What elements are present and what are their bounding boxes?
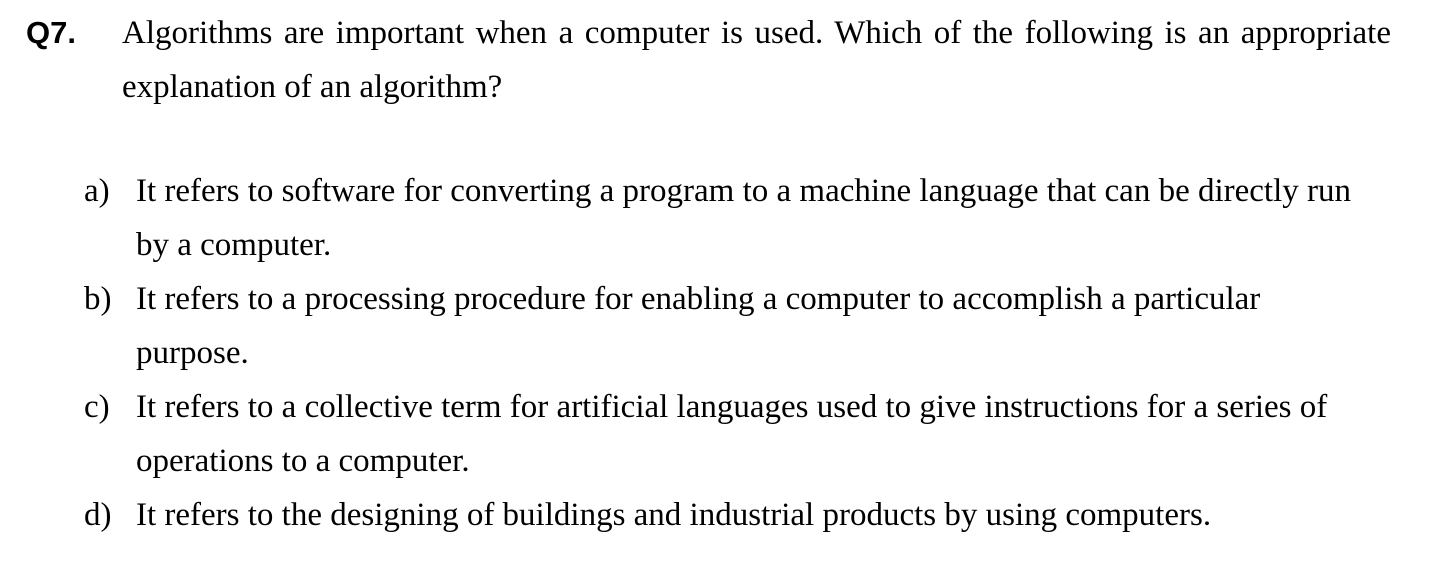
option-letter: b): [84, 281, 112, 317]
option-text: It refers to a processing procedure for …: [136, 281, 1261, 371]
option-letter: d): [84, 497, 112, 533]
answer-option-b: b) It refers to a processing procedure f…: [84, 272, 1374, 380]
question-block: Q7. Algorithms are important when a comp…: [26, 6, 1391, 114]
answer-options-list: a) It refers to software for converting …: [84, 164, 1374, 542]
answer-option-d: d) It refers to the designing of buildin…: [84, 488, 1374, 542]
option-letter: a): [84, 173, 110, 209]
option-text: It refers to a collective term for artif…: [136, 389, 1328, 479]
answer-option-c: c) It refers to a collective term for ar…: [84, 380, 1374, 488]
option-letter: c): [84, 389, 110, 425]
option-text: It refers to the designing of buildings …: [136, 497, 1212, 533]
option-text: It refers to software for converting a p…: [136, 173, 1351, 263]
answer-option-a: a) It refers to software for converting …: [84, 164, 1374, 272]
question-number: Q7.: [26, 15, 76, 50]
question-text: Algorithms are important when a computer…: [122, 15, 1391, 105]
